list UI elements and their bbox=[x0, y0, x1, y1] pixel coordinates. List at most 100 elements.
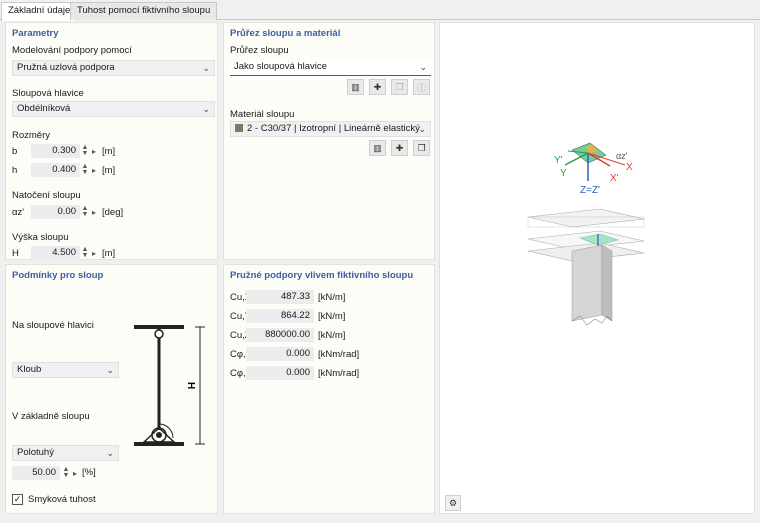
alpha-unit: [deg] bbox=[102, 207, 124, 218]
smykova-checkbox[interactable]: ✓ bbox=[12, 494, 23, 505]
percent-arrow-icon[interactable]: ▸ bbox=[73, 469, 77, 478]
sloupova-hlavice-label: Sloupová hlavice bbox=[12, 88, 84, 99]
tab-bar: Základní údaje Tuhost pomocí fiktivního … bbox=[0, 0, 760, 21]
percent-stepper[interactable]: ▲ ▼ bbox=[62, 466, 70, 479]
hlavice-condition-select[interactable]: Kloub ⌄ bbox=[12, 362, 119, 378]
alpha-input[interactable]: 0.00 bbox=[31, 205, 80, 219]
edit-icon: ❐ bbox=[395, 81, 404, 92]
h-stepper[interactable]: ▲ ▼ bbox=[81, 163, 89, 176]
H-stepper[interactable]: ▲ ▼ bbox=[81, 246, 89, 259]
b-arrow-icon[interactable]: ▸ bbox=[92, 147, 96, 156]
H-unit: [m] bbox=[102, 248, 116, 259]
tab-zakladni-udaje[interactable]: Základní údaje bbox=[1, 2, 78, 21]
cux-value: 487.33 bbox=[246, 290, 314, 304]
x-label: X bbox=[626, 162, 633, 173]
parametry-title: Parametry bbox=[12, 28, 59, 39]
material-color-swatch bbox=[235, 124, 243, 132]
h-label: h bbox=[12, 165, 18, 176]
h-arrow-icon[interactable]: ▸ bbox=[92, 166, 96, 175]
y-prime-label: Y' bbox=[554, 155, 563, 166]
preview-panel[interactable]: Y' Y X' X αz' Z=Z' ⚙ bbox=[439, 22, 755, 514]
sloupova-hlavice-select[interactable]: Obdélníková ⌄ bbox=[12, 101, 215, 117]
chevron-down-icon: ⌄ bbox=[106, 448, 114, 458]
h-unit: [m] bbox=[102, 165, 116, 176]
info-button[interactable]: ⓘ bbox=[413, 79, 430, 95]
prurez-select[interactable]: Jako sloupová hlavice ⌄ bbox=[230, 60, 431, 76]
cphix-value: 0.000 bbox=[246, 347, 314, 361]
H-arrow-icon[interactable]: ▸ bbox=[92, 249, 96, 258]
new-icon: ✚ bbox=[395, 142, 404, 153]
v-zakladne-label: V základně sloupu bbox=[12, 411, 90, 422]
library-button[interactable]: ▥ bbox=[347, 79, 364, 95]
cuz-unit: [kN/m] bbox=[318, 330, 346, 341]
H-label: H bbox=[12, 248, 19, 259]
b-input[interactable]: 0.300 bbox=[31, 144, 80, 158]
y-label: Y bbox=[560, 168, 567, 179]
pruzne-panel: Pružné podpory vlivem fiktivního sloupu … bbox=[223, 264, 435, 514]
alpha-axis-label: αz' bbox=[616, 151, 628, 161]
prurez-panel: Průřez sloupu a materiál Průřez sloupu J… bbox=[223, 22, 435, 260]
new-icon: ✚ bbox=[373, 81, 382, 92]
library-icon: ▥ bbox=[373, 142, 382, 153]
parametry-panel: Parametry Modelování podpory pomocí Pruž… bbox=[5, 22, 218, 260]
chevron-down-icon: ⌄ bbox=[419, 62, 427, 72]
natoceni-label: Natočení sloupu bbox=[12, 190, 81, 201]
edit-material-button[interactable]: ❐ bbox=[413, 140, 430, 156]
library-icon: ▥ bbox=[351, 81, 360, 92]
chevron-down-icon: ⌄ bbox=[202, 104, 210, 114]
modelovani-select[interactable]: Pružná uzlová podpora ⌄ bbox=[12, 60, 215, 76]
percent-unit: [%] bbox=[82, 467, 96, 478]
chevron-down-icon: ⌄ bbox=[106, 365, 114, 375]
material-label: Materiál sloupu bbox=[230, 109, 295, 120]
new-material-button[interactable]: ✚ bbox=[391, 140, 408, 156]
view-settings-icon: ⚙ bbox=[448, 497, 458, 508]
column-front bbox=[571, 244, 603, 322]
chevron-down-icon: ⌄ bbox=[202, 63, 210, 73]
b-label: b bbox=[12, 146, 18, 157]
column-side bbox=[601, 244, 613, 322]
alpha-arrow-icon[interactable]: ▸ bbox=[92, 208, 96, 217]
prurez-title: Průřez sloupu a materiál bbox=[230, 28, 341, 39]
x-prime-label: X' bbox=[610, 173, 619, 184]
H-input[interactable]: 4.500 bbox=[31, 246, 80, 260]
cuy-value: 864.22 bbox=[246, 309, 314, 323]
b-unit: [m] bbox=[102, 146, 116, 157]
vyska-label: Výška sloupu bbox=[12, 232, 69, 243]
edit-icon: ❐ bbox=[417, 142, 426, 153]
info-icon: ⓘ bbox=[416, 82, 426, 93]
material-select[interactable]: 2 - C30/37 | Izotropní | Lineárně elasti… bbox=[230, 121, 431, 137]
pruzne-title: Pružné podpory vlivem fiktivního sloupu bbox=[230, 270, 414, 281]
percent-input[interactable]: 50.00 bbox=[12, 466, 60, 480]
edit-section-button[interactable]: ❐ bbox=[391, 79, 408, 95]
view-settings-button[interactable]: ⚙ bbox=[445, 495, 461, 511]
column-diagram: H bbox=[134, 325, 205, 446]
chevron-down-icon: ⌄ bbox=[418, 124, 426, 134]
cphiy-value: 0.000 bbox=[246, 366, 314, 380]
modelovani-label: Modelování podpory pomocí bbox=[12, 45, 132, 56]
podminky-title: Podmínky pro sloup bbox=[12, 270, 104, 281]
z-label: Z=Z' bbox=[580, 185, 600, 196]
hinge-top-icon bbox=[154, 329, 164, 339]
cux-unit: [kN/m] bbox=[318, 292, 346, 303]
prurez-label: Průřez sloupu bbox=[230, 45, 289, 56]
cphiy-unit: [kNm/rad] bbox=[318, 368, 360, 379]
zaklad-condition-select[interactable]: Polotuhý ⌄ bbox=[12, 445, 119, 461]
top-plate bbox=[134, 325, 184, 329]
cuz-value: 880000.00 bbox=[246, 328, 314, 342]
alpha-stepper[interactable]: ▲ ▼ bbox=[81, 205, 89, 218]
cphix-unit: [kNm/rad] bbox=[318, 349, 360, 360]
base-plate bbox=[134, 442, 184, 446]
cuy-unit: [kN/m] bbox=[318, 311, 346, 322]
podminky-panel: Podmínky pro sloup Na sloupové hlavici K… bbox=[5, 264, 218, 514]
column-3d-preview: Y' Y X' X αz' Z=Z' bbox=[527, 142, 645, 326]
dimension-h-label: H bbox=[185, 382, 196, 389]
rozmery-label: Rozměry bbox=[12, 130, 51, 141]
b-stepper[interactable]: ▲ ▼ bbox=[81, 144, 89, 157]
beam-top-flange bbox=[527, 208, 645, 228]
alpha-label: αz' bbox=[12, 207, 25, 218]
h-input[interactable]: 0.400 bbox=[31, 163, 80, 177]
na-hlavici-label: Na sloupové hlavici bbox=[12, 320, 94, 331]
new-section-button[interactable]: ✚ bbox=[369, 79, 386, 95]
tab-tuhost-fiktivni-sloup[interactable]: Tuhost pomocí fiktivního sloupu bbox=[70, 2, 218, 20]
material-library-button[interactable]: ▥ bbox=[369, 140, 386, 156]
